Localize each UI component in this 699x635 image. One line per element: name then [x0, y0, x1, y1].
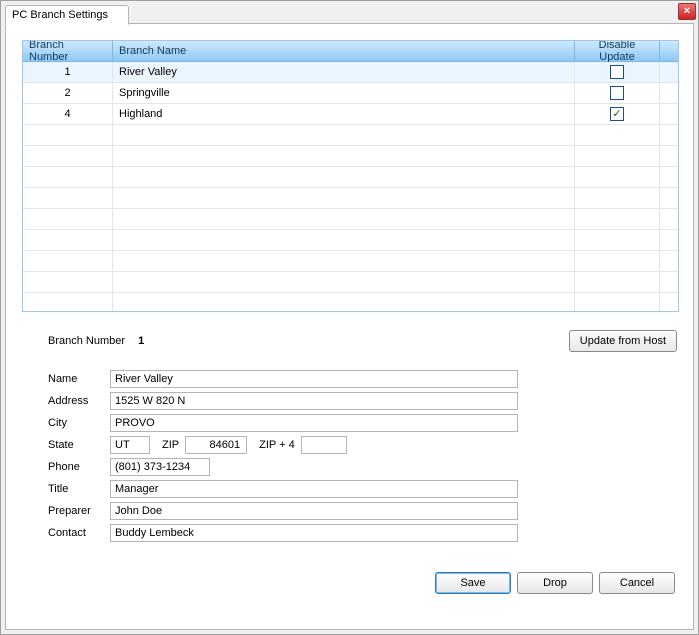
details-panel: Branch Number 1 Update from Host Name Ad…: [22, 330, 677, 594]
branch-number-value: 1: [138, 335, 144, 347]
table-row[interactable]: 1River Valley: [23, 62, 678, 83]
zip-field[interactable]: [185, 436, 247, 454]
address-field[interactable]: [110, 392, 518, 410]
title-field[interactable]: [110, 480, 518, 498]
cell-branch-number: 2: [23, 83, 113, 103]
table-row[interactable]: 2Springville: [23, 83, 678, 104]
label-zip4: ZIP + 4: [259, 439, 295, 451]
label-preparer: Preparer: [48, 505, 108, 517]
cell-spacer: [660, 104, 678, 124]
branch-number-label: Branch Number: [48, 335, 125, 347]
label-name: Name: [48, 373, 108, 385]
dialog-window: PC Branch Settings × Branch Number Branc…: [0, 0, 699, 635]
label-contact: Contact: [48, 527, 108, 539]
branch-grid[interactable]: Branch Number Branch Name Disable Update…: [22, 40, 679, 312]
label-city: City: [48, 417, 108, 429]
table-row-empty: [23, 272, 678, 293]
table-row-empty: [23, 167, 678, 188]
cell-branch-name: Highland: [113, 104, 575, 124]
disable-update-checkbox[interactable]: [610, 65, 624, 79]
table-row-empty: [23, 293, 678, 311]
cell-spacer: [660, 83, 678, 103]
save-button[interactable]: Save: [435, 572, 511, 594]
phone-field[interactable]: [110, 458, 210, 476]
grid-header: Branch Number Branch Name Disable Update: [23, 41, 678, 62]
state-field[interactable]: [110, 436, 150, 454]
label-zip: ZIP: [162, 439, 179, 451]
table-row[interactable]: 4Highland ✓: [23, 104, 678, 125]
col-header-branch-number[interactable]: Branch Number: [23, 41, 113, 61]
label-address: Address: [48, 395, 108, 407]
table-row-empty: [23, 230, 678, 251]
close-icon: ×: [684, 6, 690, 17]
cell-disable-update: ✓: [575, 104, 660, 124]
cell-disable-update: [575, 62, 660, 82]
city-field[interactable]: [110, 414, 518, 432]
label-title: Title: [48, 483, 108, 495]
zip4-field[interactable]: [301, 436, 347, 454]
col-header-spacer: [660, 41, 678, 61]
label-phone: Phone: [48, 461, 108, 473]
tab-page: Branch Number Branch Name Disable Update…: [5, 23, 694, 630]
table-row-empty: [23, 146, 678, 167]
table-row-empty: [23, 209, 678, 230]
cancel-button[interactable]: Cancel: [599, 572, 675, 594]
cell-branch-number: 1: [23, 62, 113, 82]
table-row-empty: [23, 251, 678, 272]
disable-update-checkbox[interactable]: ✓: [610, 107, 624, 121]
cell-branch-name: River Valley: [113, 62, 575, 82]
name-field[interactable]: [110, 370, 518, 388]
close-button[interactable]: ×: [678, 3, 696, 20]
cell-branch-name: Springville: [113, 83, 575, 103]
tab-pc-branch-settings[interactable]: PC Branch Settings: [5, 5, 129, 25]
cell-branch-number: 4: [23, 104, 113, 124]
dialog-button-row: Save Drop Cancel: [22, 572, 677, 594]
cell-disable-update: [575, 83, 660, 103]
drop-button[interactable]: Drop: [517, 572, 593, 594]
cell-spacer: [660, 62, 678, 82]
table-row-empty: [23, 125, 678, 146]
col-header-branch-name[interactable]: Branch Name: [113, 41, 575, 61]
grid-body: 1River Valley2Springville4Highland ✓: [23, 62, 678, 311]
update-from-host-button[interactable]: Update from Host: [569, 330, 677, 352]
table-row-empty: [23, 188, 678, 209]
disable-update-checkbox[interactable]: [610, 86, 624, 100]
branch-number-display: Branch Number 1: [48, 335, 144, 347]
preparer-field[interactable]: [110, 502, 518, 520]
label-state: State: [48, 439, 108, 451]
col-header-disable-update[interactable]: Disable Update: [575, 41, 660, 61]
tab-label: PC Branch Settings: [12, 9, 108, 21]
contact-field[interactable]: [110, 524, 518, 542]
